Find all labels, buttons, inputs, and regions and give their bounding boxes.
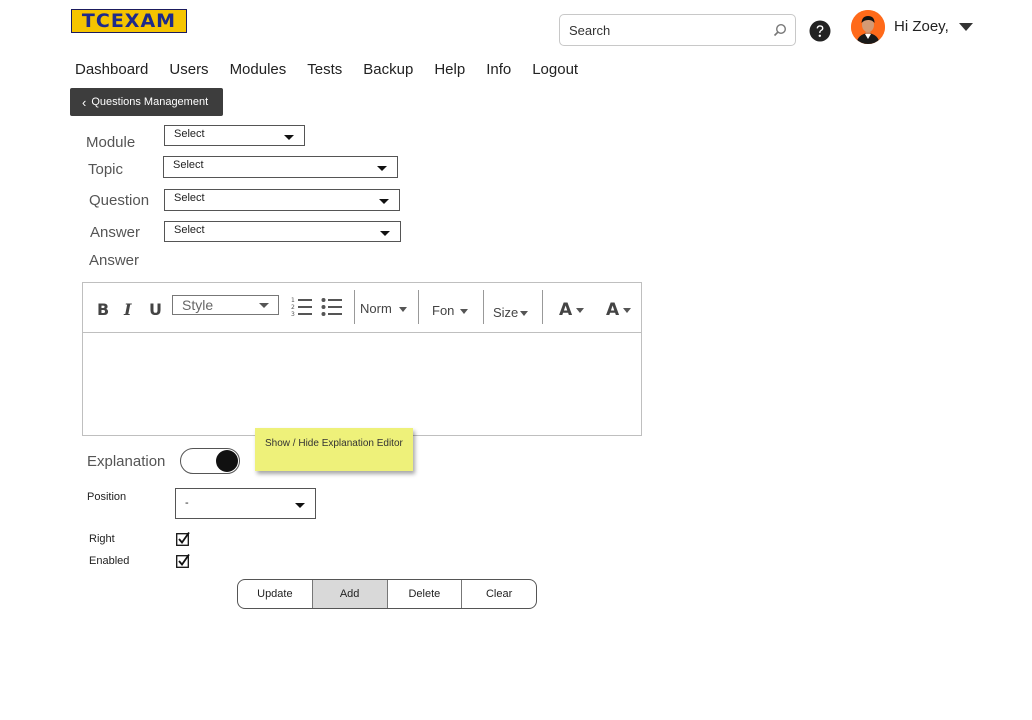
clear-button[interactable]: Clear	[462, 580, 536, 608]
italic-button[interactable]: I	[124, 300, 131, 319]
user-greeting: Hi Zoey,	[894, 18, 949, 35]
explanation-label: Explanation	[87, 453, 166, 470]
module-label: Module	[86, 134, 136, 151]
explanation-tooltip: Show / Hide Explanation Editor	[255, 428, 413, 471]
size-select[interactable]: Size	[493, 305, 529, 320]
back-to-questions-management-button[interactable]: ‹ Questions Management	[70, 88, 223, 116]
nav-tests[interactable]: Tests	[307, 61, 342, 78]
background-color-button[interactable]: A	[606, 300, 632, 320]
svg-text:1: 1	[291, 297, 295, 304]
nav-dashboard[interactable]: Dashboard	[75, 61, 148, 78]
text-color-icon: A	[559, 300, 573, 320]
chevron-down-icon	[379, 199, 389, 204]
topic-select-value: Select	[173, 159, 204, 171]
nav-users[interactable]: Users	[169, 61, 208, 78]
question-select[interactable]: Select	[164, 189, 400, 211]
chevron-down-icon	[259, 303, 269, 308]
explanation-toggle[interactable]	[180, 448, 240, 474]
style-select-label: Style	[182, 297, 214, 313]
action-button-group: Update Add Delete Clear	[237, 579, 537, 609]
nav-logout[interactable]: Logout	[532, 61, 578, 78]
underline-button[interactable]: U	[149, 300, 162, 319]
chevron-down-icon	[520, 311, 529, 317]
user-menu-caret-icon[interactable]	[958, 22, 974, 32]
search-input[interactable]	[569, 21, 759, 39]
chevron-down-icon	[380, 231, 390, 236]
bullet-list-icon[interactable]	[321, 296, 343, 318]
user-avatar[interactable]	[851, 10, 885, 44]
answer-label: Answer	[90, 224, 141, 241]
main-nav: Dashboard Users Modules Tests Backup Hel…	[75, 61, 599, 78]
size-select-label: Size	[493, 305, 519, 320]
svg-text:3: 3	[291, 311, 295, 318]
position-label: Position	[87, 491, 127, 503]
chevron-down-icon	[576, 307, 585, 313]
right-checkbox[interactable]	[176, 532, 190, 546]
answer-editor: B I U Style 1 2 3 Norm Fon Size A A	[82, 282, 642, 436]
search-box[interactable]	[559, 14, 796, 46]
tcexam-logo[interactable]: TCEXAM	[71, 9, 187, 33]
topic-select[interactable]: Select	[163, 156, 398, 178]
enabled-label: Enabled	[89, 555, 130, 567]
search-icon[interactable]	[773, 23, 787, 37]
format-select-label: Norm	[360, 301, 392, 316]
chevron-down-icon	[398, 307, 407, 313]
chevron-down-icon	[623, 307, 632, 313]
module-select[interactable]: Select	[164, 125, 305, 146]
update-button[interactable]: Update	[238, 580, 313, 608]
enabled-checkbox[interactable]	[176, 554, 190, 568]
chevron-down-icon	[284, 135, 294, 140]
position-select-value: -	[185, 497, 189, 509]
back-button-label: Questions Management	[91, 96, 209, 108]
answer-select[interactable]: Select	[164, 221, 401, 242]
right-label: Right	[89, 533, 115, 545]
answer-editor-label: Answer	[89, 252, 140, 269]
chevron-down-icon	[295, 503, 305, 508]
chevron-left-icon: ‹	[82, 94, 87, 110]
svg-text:2: 2	[291, 304, 295, 311]
question-label: Question	[89, 192, 150, 209]
nav-modules[interactable]: Modules	[230, 61, 287, 78]
question-select-value: Select	[174, 192, 205, 204]
add-button[interactable]: Add	[312, 580, 388, 608]
style-select[interactable]: Style	[172, 295, 279, 315]
numbered-list-icon[interactable]: 1 2 3	[291, 296, 313, 318]
chevron-down-icon	[377, 166, 387, 171]
editor-toolbar: B I U Style 1 2 3 Norm Fon Size A A	[83, 283, 641, 333]
help-icon[interactable]	[809, 20, 831, 42]
nav-help[interactable]: Help	[434, 61, 465, 78]
module-select-value: Select	[174, 128, 205, 140]
bold-button[interactable]: B	[97, 300, 109, 319]
toggle-knob	[216, 450, 238, 472]
answer-editor-content[interactable]	[83, 333, 641, 436]
nav-backup[interactable]: Backup	[363, 61, 413, 78]
delete-button[interactable]: Delete	[388, 580, 463, 608]
format-select[interactable]: Norm	[360, 301, 407, 316]
text-color-button[interactable]: A	[559, 300, 585, 320]
chevron-down-icon	[460, 309, 469, 315]
background-color-icon: A	[606, 300, 620, 320]
answer-select-value: Select	[174, 224, 205, 236]
font-select-label: Fon	[432, 303, 455, 318]
font-select[interactable]: Fon	[432, 303, 469, 318]
topic-label: Topic	[88, 161, 124, 178]
position-select[interactable]: -	[175, 488, 316, 519]
nav-info[interactable]: Info	[486, 61, 511, 78]
